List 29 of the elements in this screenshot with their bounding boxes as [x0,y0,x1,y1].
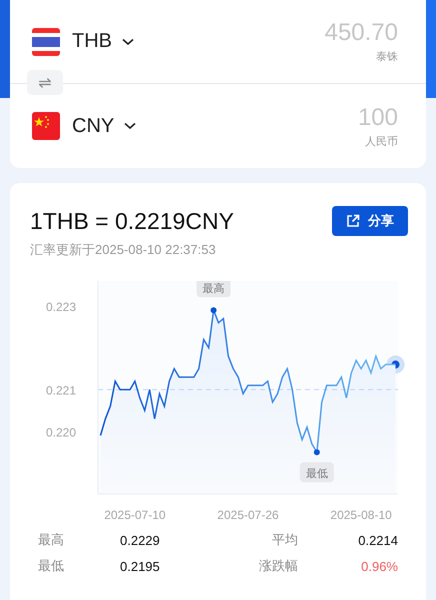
annotation: 最高 [202,282,225,296]
annotation: 最低 [306,468,328,480]
currency-name: 泰铢 [376,50,398,64]
stat-label: 平均 [271,531,298,549]
currency-selector[interactable]: CNY [72,114,136,138]
currency-selector[interactable]: THB [72,30,134,53]
currency-name: 人民币 [365,134,398,148]
y-axis-label: 0.220 [46,425,76,440]
swap-button[interactable]: ⇌ [27,70,63,95]
chevron-down-icon [122,38,134,46]
stat-value: 0.2229 [119,532,161,548]
exchange-rate: 1THB = 0.2219CNY [30,208,234,234]
stat-label: 最高 [38,531,65,549]
stat-label: 涨跌幅 [258,557,298,575]
stat-value: 0.2214 [357,532,398,548]
stat-value: 0.2195 [119,558,161,574]
x-axis-label: 2025-07-10 [104,508,166,522]
share-icon [346,214,360,228]
flag-icon [32,28,60,56]
stat-value: 0.96% [360,558,398,574]
update-time: 汇率更新于2025-08-10 22:37:53 [29,241,217,259]
x-axis-label: 2025-08-10 [330,508,392,522]
chevron-down-icon [124,122,136,130]
stat-label: 最低 [38,557,65,575]
y-axis-label: 0.223 [46,300,76,314]
y-axis-label: 0.221 [46,384,76,398]
share-button[interactable]: 分享 [332,206,408,236]
x-axis-label: 2025-07-26 [217,508,279,522]
flag-icon [32,112,60,140]
